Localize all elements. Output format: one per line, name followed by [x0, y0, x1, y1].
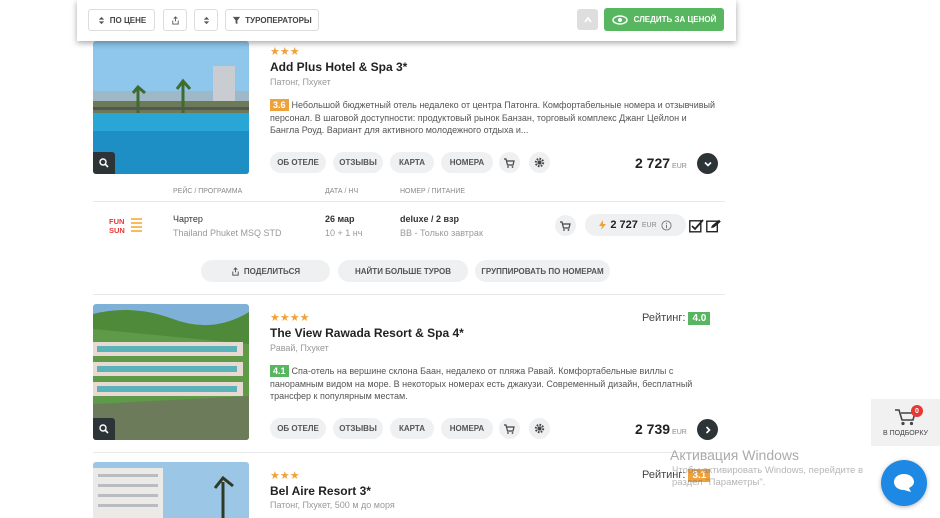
sort-order-button[interactable]: [194, 9, 218, 31]
share-button[interactable]: [163, 9, 187, 31]
sort-by-price-button[interactable]: ПО ЦЕНЕ: [88, 9, 155, 31]
tour-operators-filter-button[interactable]: ТУРОПЕРАТОРЫ: [225, 9, 319, 31]
filter-icon: [233, 16, 241, 24]
scroll-up-button[interactable]: [577, 9, 598, 30]
eye-icon: [611, 14, 628, 25]
sort-arrows-icon: [98, 16, 104, 24]
collection-count-badge: 0: [911, 405, 923, 417]
hotel-photo-image: [93, 462, 249, 518]
hotel-name[interactable]: Bel Aire Resort 3*: [270, 484, 371, 498]
track-price-button[interactable]: СЛЕДИТЬ ЗА ЦЕНОЙ: [604, 8, 724, 31]
windows-activation-title: Активация Windows: [670, 447, 800, 463]
hotel-card: ★★★ Bel Aire Resort 3* Патонг, Пхукет, 5…: [93, 0, 725, 518]
windows-activation-text: Чтобы активировать Windows, перейдите в …: [672, 465, 864, 488]
chat-button[interactable]: [881, 460, 927, 506]
share-icon: [171, 15, 179, 25]
hotel-location: Патонг, Пхукет, 500 м до моря: [270, 500, 395, 510]
collection-label: В ПОДБОРКУ: [883, 430, 928, 437]
collection-widget[interactable]: 0 В ПОДБОРКУ: [871, 399, 940, 446]
hotel-photo[interactable]: [93, 462, 249, 518]
chat-bubble-icon: [894, 474, 914, 492]
hotel-stars: ★★★: [270, 470, 300, 482]
sort-arrows-icon: [203, 16, 209, 24]
chevron-up-icon: [583, 16, 592, 22]
page: ПО ЦЕНЕ ТУРОПЕРАТОРЫ СЛЕДИТЬ ЗА ЦЕНОЙ ★★…: [0, 0, 940, 518]
sort-toolbar: ПО ЦЕНЕ ТУРОПЕРАТОРЫ СЛЕДИТЬ ЗА ЦЕНОЙ: [77, 0, 736, 41]
